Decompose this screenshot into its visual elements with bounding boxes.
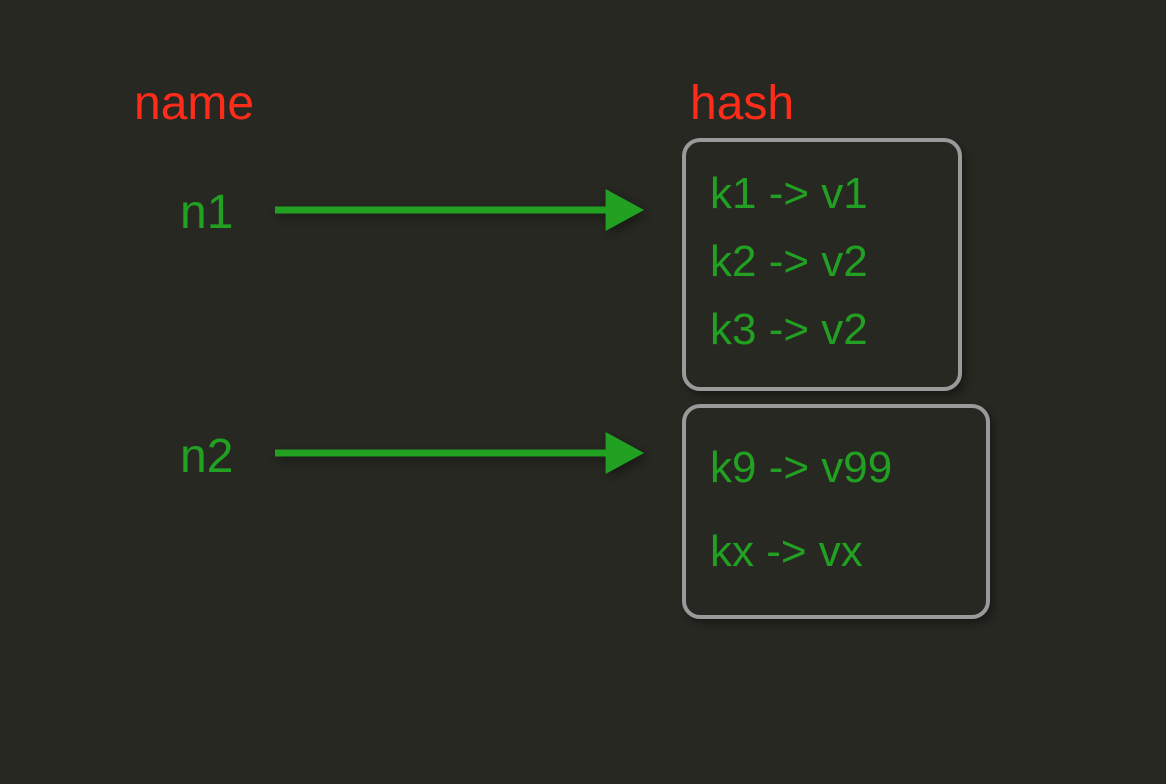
hash-entry: kx -> vx xyxy=(710,510,962,594)
name-column-header: name xyxy=(134,76,254,131)
hash-column-header: hash xyxy=(690,76,794,131)
hash-entry: k9 -> v99 xyxy=(710,426,962,510)
hash-box-n2: k9 -> v99 kx -> vx xyxy=(682,404,990,619)
name-n2: n2 xyxy=(180,429,233,484)
hash-entry: k3 -> v2 xyxy=(710,296,934,364)
hash-entry: k2 -> v2 xyxy=(710,228,934,296)
hash-box-n1: k1 -> v1 k2 -> v2 k3 -> v2 xyxy=(682,138,962,391)
arrow-icon xyxy=(265,423,670,483)
arrow-icon xyxy=(265,180,670,240)
name-n1: n1 xyxy=(180,185,233,240)
hash-entry: k1 -> v1 xyxy=(710,160,934,228)
